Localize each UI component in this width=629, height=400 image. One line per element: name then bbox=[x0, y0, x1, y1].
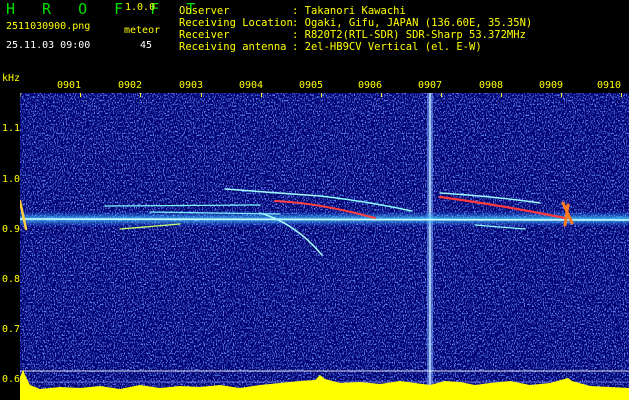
app-title: H R O F F T bbox=[6, 0, 205, 18]
x-tick-label: 0905 bbox=[299, 80, 324, 91]
x-tick-label: 0909 bbox=[539, 80, 564, 91]
antenna-label: Receiving antenna bbox=[179, 41, 287, 53]
observer-value: : Takanori Kawachi bbox=[292, 5, 406, 17]
meteor-label: meteor bbox=[124, 25, 161, 36]
x-tick-label: 0902 bbox=[118, 80, 143, 91]
y-tick-label: 0.6 bbox=[2, 374, 21, 385]
receiver-value: : R820T2(RTL-SDR) SDR-Sharp 53.372MHz bbox=[292, 29, 526, 41]
x-tick-label: 0901 bbox=[57, 80, 82, 91]
y-tick-label: 1.1 bbox=[2, 123, 21, 134]
y-tick-label: 0.7 bbox=[2, 324, 21, 335]
location-label: Receiving Location bbox=[179, 17, 293, 29]
location-value: : Ogaki, Gifu, JAPAN (136.60E, 35.35N) bbox=[292, 17, 533, 29]
x-tick-label: 0903 bbox=[179, 80, 204, 91]
x-tick-label: 0908 bbox=[479, 80, 504, 91]
carrier-line bbox=[20, 218, 629, 221]
x-tick-label: 0904 bbox=[239, 80, 264, 91]
x-tick-label: 0906 bbox=[358, 80, 383, 91]
file-name: 2511030900.png bbox=[6, 21, 91, 32]
spectrogram-plot bbox=[20, 93, 629, 400]
app-version: 1.0.0 bbox=[125, 2, 156, 13]
y-tick-label: 0.9 bbox=[2, 224, 21, 235]
meteor-count: 45 bbox=[140, 40, 153, 51]
antenna-value: : 2el-HB9CV Vertical (el. E-W) bbox=[292, 41, 482, 53]
interference-core bbox=[429, 93, 431, 400]
observer-label: Observer bbox=[179, 5, 230, 17]
x-tick-label: 0907 bbox=[418, 80, 443, 91]
x-tick-label: 0910 bbox=[597, 80, 622, 91]
y-tick-label: 1.0 bbox=[2, 174, 21, 185]
receiver-label: Receiver bbox=[179, 29, 230, 41]
khz-axis-label: kHz bbox=[2, 73, 21, 84]
noise-texture bbox=[20, 93, 629, 400]
datetime: 25.11.03 09:00 bbox=[6, 40, 91, 51]
y-tick-label: 0.8 bbox=[2, 274, 21, 285]
